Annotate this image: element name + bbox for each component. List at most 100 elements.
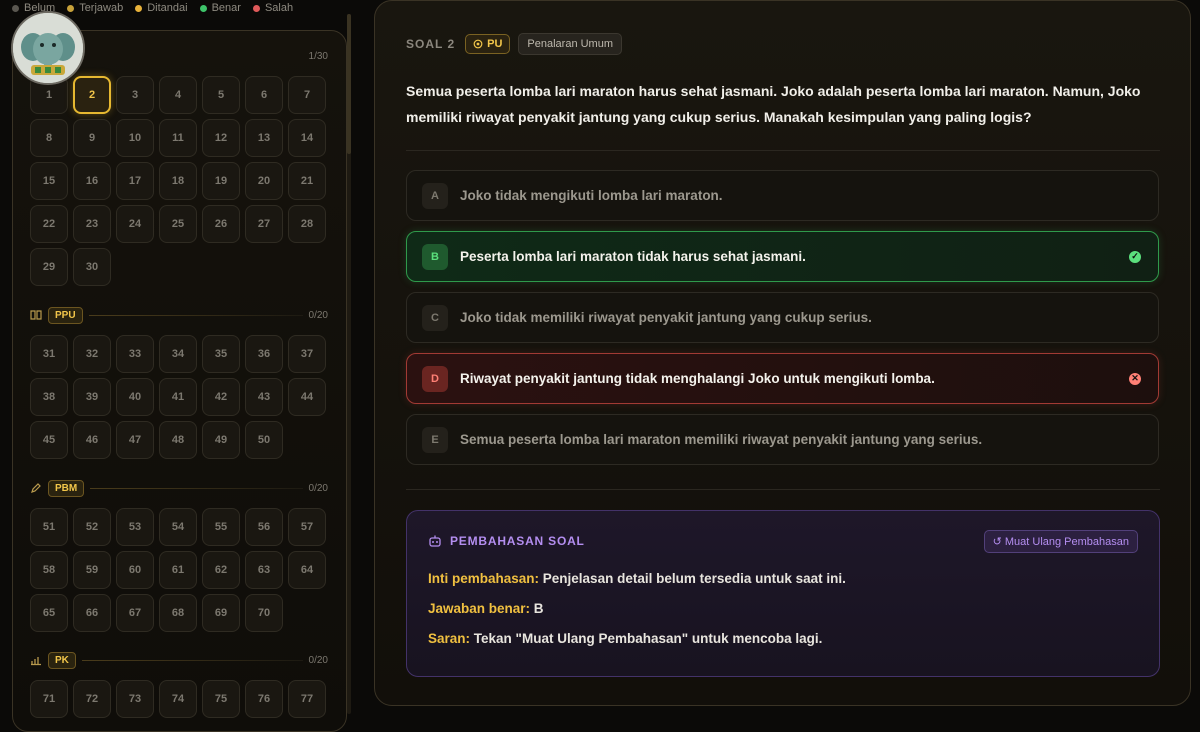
status-dot-icon xyxy=(12,4,19,12)
question-cell-16[interactable]: 16 xyxy=(73,162,111,200)
question-cell-63[interactable]: 63 xyxy=(245,551,283,589)
question-cell-10[interactable]: 10 xyxy=(116,119,154,157)
question-cell-29[interactable]: 29 xyxy=(30,248,68,286)
category-badge: Penalaran Umum xyxy=(518,33,622,55)
question-cell-76[interactable]: 76 xyxy=(245,680,283,718)
option-e[interactable]: E Semua peserta lomba lari maraton memil… xyxy=(406,414,1159,465)
option-b[interactable]: B Peserta lomba lari maraton tidak harus… xyxy=(406,231,1159,282)
question-cell-21[interactable]: 21 xyxy=(288,162,326,200)
option-c[interactable]: C Joko tidak memiliki riwayat penyakit j… xyxy=(406,292,1159,343)
question-cell-9[interactable]: 9 xyxy=(73,119,111,157)
navigator-scrollbar-thumb[interactable] xyxy=(347,14,351,154)
question-cell-73[interactable]: 73 xyxy=(116,680,154,718)
question-cell-6[interactable]: 6 xyxy=(245,76,283,114)
question-cell-15[interactable]: 15 xyxy=(30,162,68,200)
question-cell-28[interactable]: 28 xyxy=(288,205,326,243)
question-cell-27[interactable]: 27 xyxy=(245,205,283,243)
question-cell-44[interactable]: 44 xyxy=(288,378,326,416)
option-text: Joko tidak mengikuti lomba lari maraton. xyxy=(460,188,723,203)
question-cell-34[interactable]: 34 xyxy=(159,335,197,373)
question-cell-74[interactable]: 74 xyxy=(159,680,197,718)
question-cell-45[interactable]: 45 xyxy=(30,421,68,459)
question-cell-56[interactable]: 56 xyxy=(245,508,283,546)
question-cell-53[interactable]: 53 xyxy=(116,508,154,546)
option-text: Joko tidak memiliki riwayat penyakit jan… xyxy=(460,310,872,325)
option-a[interactable]: A Joko tidak mengikuti lomba lari marato… xyxy=(406,170,1159,221)
question-cell-41[interactable]: 41 xyxy=(159,378,197,416)
question-cell-55[interactable]: 55 xyxy=(202,508,240,546)
question-cell-70[interactable]: 70 xyxy=(245,594,283,632)
brain-icon xyxy=(473,39,483,49)
question-cell-75[interactable]: 75 xyxy=(202,680,240,718)
question-cell-72[interactable]: 72 xyxy=(73,680,111,718)
question-cell-49[interactable]: 49 xyxy=(202,421,240,459)
question-cell-30[interactable]: 30 xyxy=(73,248,111,286)
explanation-suggestion: Saran: Tekan "Muat Ulang Pembahasan" unt… xyxy=(428,631,823,646)
question-cell-57[interactable]: 57 xyxy=(288,508,326,546)
explanation-title-text: PEMBAHASAN SOAL xyxy=(450,534,585,548)
question-cell-24[interactable]: 24 xyxy=(116,205,154,243)
question-cell-14[interactable]: 14 xyxy=(288,119,326,157)
reload-explanation-button[interactable]: ↺ Muat Ulang Pembahasan xyxy=(983,530,1138,553)
question-cell-11[interactable]: 11 xyxy=(159,119,197,157)
question-cell-35[interactable]: 35 xyxy=(202,335,240,373)
question-cell-77[interactable]: 77 xyxy=(288,680,326,718)
question-cell-40[interactable]: 40 xyxy=(116,378,154,416)
question-cell-2[interactable]: 2 xyxy=(73,76,111,114)
question-cell-66[interactable]: 66 xyxy=(73,594,111,632)
option-d[interactable]: D Riwayat penyakit jantung tidak menghal… xyxy=(406,353,1159,404)
question-cell-48[interactable]: 48 xyxy=(159,421,197,459)
question-cell-18[interactable]: 18 xyxy=(159,162,197,200)
question-cell-50[interactable]: 50 xyxy=(245,421,283,459)
question-cell-54[interactable]: 54 xyxy=(159,508,197,546)
question-cell-17[interactable]: 17 xyxy=(116,162,154,200)
status-dot-icon xyxy=(67,4,75,12)
question-cell-69[interactable]: 69 xyxy=(202,594,240,632)
question-cell-46[interactable]: 46 xyxy=(73,421,111,459)
question-cell-4[interactable]: 4 xyxy=(159,76,197,114)
question-grid-ppu: 31 32 33 34 35 36 37 38 39 40 41 42 43 44 45 46 47 48 49 50 xyxy=(30,335,326,459)
question-cell-19[interactable]: 19 xyxy=(202,162,240,200)
question-cell-8[interactable]: 8 xyxy=(30,119,68,157)
question-cell-58[interactable]: 58 xyxy=(30,551,68,589)
question-cell-32[interactable]: 32 xyxy=(73,335,111,373)
question-cell-23[interactable]: 23 xyxy=(73,205,111,243)
chart-icon xyxy=(30,654,42,666)
robot-icon xyxy=(429,535,441,547)
divider xyxy=(406,489,1160,490)
question-cell-37[interactable]: 37 xyxy=(288,335,326,373)
question-cell-71[interactable]: 71 xyxy=(30,680,68,718)
question-cell-3[interactable]: 3 xyxy=(116,76,154,114)
question-cell-33[interactable]: 33 xyxy=(116,335,154,373)
question-cell-59[interactable]: 59 xyxy=(73,551,111,589)
question-cell-52[interactable]: 52 xyxy=(73,508,111,546)
legend-label: Salah xyxy=(264,2,294,14)
question-cell-26[interactable]: 26 xyxy=(202,205,240,243)
question-cell-64[interactable]: 64 xyxy=(288,551,326,589)
question-cell-12[interactable]: 12 xyxy=(202,119,240,157)
question-cell-68[interactable]: 68 xyxy=(159,594,197,632)
question-cell-38[interactable]: 38 xyxy=(30,378,68,416)
question-cell-31[interactable]: 31 xyxy=(30,335,68,373)
question-cell-20[interactable]: 20 xyxy=(245,162,283,200)
question-cell-25[interactable]: 25 xyxy=(159,205,197,243)
question-cell-7[interactable]: 7 xyxy=(288,76,326,114)
question-cell-39[interactable]: 39 xyxy=(73,378,111,416)
question-cell-22[interactable]: 22 xyxy=(30,205,68,243)
question-cell-43[interactable]: 43 xyxy=(245,378,283,416)
legend-item: Benar xyxy=(199,2,241,14)
question-cell-67[interactable]: 67 xyxy=(116,594,154,632)
question-grid-pbm: 51 52 53 54 55 56 57 58 59 60 61 62 63 64 65 66 67 68 69 70 xyxy=(30,508,326,632)
question-cell-42[interactable]: 42 xyxy=(202,378,240,416)
question-cell-13[interactable]: 13 xyxy=(245,119,283,157)
question-cell-61[interactable]: 61 xyxy=(159,551,197,589)
question-cell-47[interactable]: 47 xyxy=(116,421,154,459)
avatar[interactable] xyxy=(11,11,85,85)
subtest-badge-label: PU xyxy=(487,38,503,50)
question-cell-65[interactable]: 65 xyxy=(30,594,68,632)
question-cell-36[interactable]: 36 xyxy=(245,335,283,373)
question-cell-5[interactable]: 5 xyxy=(202,76,240,114)
question-cell-60[interactable]: 60 xyxy=(116,551,154,589)
question-cell-62[interactable]: 62 xyxy=(202,551,240,589)
question-cell-51[interactable]: 51 xyxy=(30,508,68,546)
